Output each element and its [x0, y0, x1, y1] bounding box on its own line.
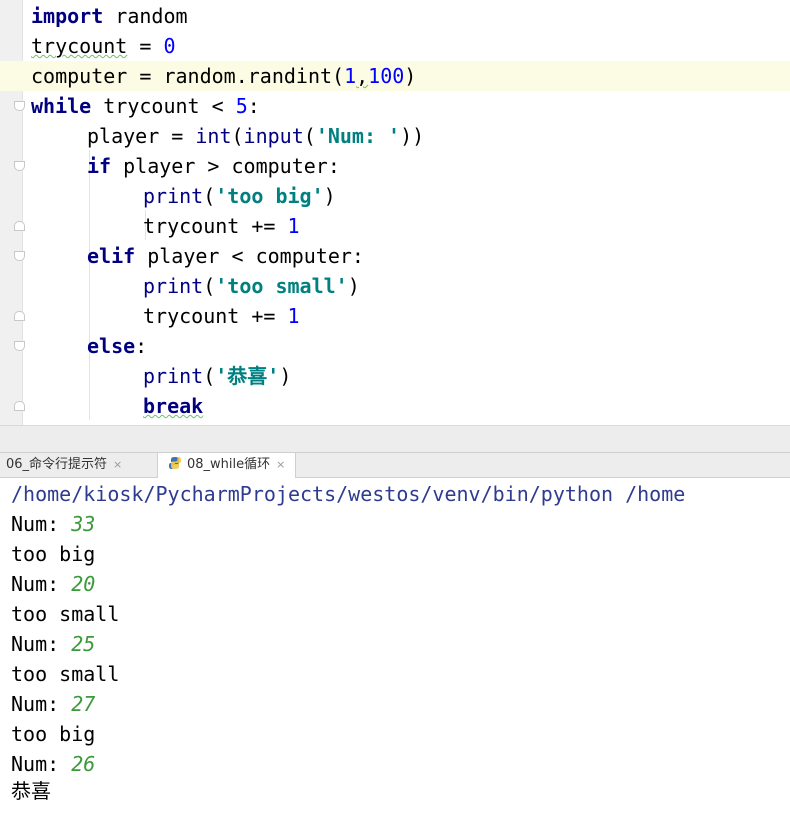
prompt-text: Num:: [11, 512, 72, 536]
tab-08-while-loop[interactable]: 08_while循环 ×: [157, 453, 297, 478]
console-prompt-line: Num: 25: [11, 629, 95, 659]
code-line-9[interactable]: elif player < computer:: [87, 241, 364, 271]
console-output-line: too small: [11, 662, 120, 686]
number-literal: 1: [287, 214, 300, 238]
code-line-12[interactable]: else:: [87, 331, 147, 361]
keyword-if: if: [87, 154, 112, 178]
prompt-text: Num:: [11, 692, 72, 716]
code-line-13[interactable]: print('恭喜'): [143, 361, 291, 391]
user-input-value: 27: [71, 692, 96, 716]
interpreter-command: /home/kiosk/PycharmProjects/westos/venv/…: [11, 482, 686, 506]
string-literal: '恭喜': [215, 364, 280, 388]
console-prompt-line: Num: 33: [11, 509, 95, 539]
code-text: :: [247, 94, 260, 118]
code-line-6[interactable]: if player > computer:: [87, 151, 340, 181]
code-text: player > computer:: [111, 154, 340, 178]
close-icon[interactable]: ×: [276, 458, 285, 471]
code-text: trycount +=: [143, 214, 288, 238]
close-icon[interactable]: ×: [113, 458, 122, 471]
keyword-else: else: [87, 334, 136, 358]
code-line-11[interactable]: trycount += 1: [143, 301, 300, 331]
fold-marker-else[interactable]: [14, 341, 25, 351]
code-text: )): [400, 124, 425, 148]
builtin-print: print: [143, 274, 204, 298]
code-text: (: [303, 124, 316, 148]
console-output-line: too big: [11, 722, 96, 746]
code-line-4[interactable]: while trycount < 5:: [31, 91, 260, 121]
comma-warning: ,: [356, 64, 369, 88]
code-line-2[interactable]: trycount = 0: [31, 31, 176, 61]
fold-marker-elif[interactable]: [14, 251, 25, 261]
console-output-line: too big: [11, 542, 96, 566]
code-text: =: [127, 34, 164, 58]
code-text: (: [203, 184, 216, 208]
run-console[interactable]: /home/kiosk/PycharmProjects/westos/venv/…: [0, 478, 790, 815]
builtin-input: input: [243, 124, 304, 148]
console-prompt-line: Num: 26: [11, 749, 95, 779]
console-final-output: 恭喜: [11, 779, 51, 803]
user-input-value: 26: [71, 752, 96, 776]
variable-trycount: trycount: [31, 34, 128, 58]
keyword-break: break: [143, 394, 204, 418]
code-text: (: [203, 364, 216, 388]
string-literal: 'too big': [215, 184, 324, 208]
code-text: player < computer:: [135, 244, 364, 268]
code-text: ): [347, 274, 360, 298]
fold-marker-while[interactable]: [14, 101, 25, 111]
number-literal: 100: [368, 64, 405, 88]
code-text: ): [404, 64, 417, 88]
keyword-while: while: [31, 94, 92, 118]
builtin-print: print: [143, 184, 204, 208]
number-literal: 5: [235, 94, 248, 118]
code-editor[interactable]: import random trycount = 0 computer = ra…: [0, 0, 790, 425]
prompt-text: Num:: [11, 632, 72, 656]
code-text: random: [103, 4, 188, 28]
tab-06-command-prompt[interactable]: 06_命令行提示符 ×: [0, 453, 132, 478]
user-input-value: 20: [71, 572, 96, 596]
string-literal: 'too small': [215, 274, 348, 298]
code-text: ): [279, 364, 292, 388]
indent-guide: [89, 150, 90, 420]
code-text: trycount <: [91, 94, 236, 118]
code-text: trycount +=: [143, 304, 288, 328]
fold-marker-else-end[interactable]: [14, 401, 25, 411]
code-line-3-current[interactable]: computer = random.randint(1,100): [0, 61, 790, 91]
fold-marker-if[interactable]: [14, 161, 25, 171]
number-literal: 1: [344, 64, 357, 88]
code-text: :: [135, 334, 148, 358]
python-icon: [169, 457, 181, 469]
tab-label: 06_命令行提示符: [6, 457, 108, 472]
tab-label: 08_while循环: [187, 457, 271, 472]
keyword-elif: elif: [87, 244, 136, 268]
code-line-8[interactable]: trycount += 1: [143, 211, 300, 241]
fold-marker-elif-end[interactable]: [14, 311, 25, 321]
console-prompt-line: Num: 27: [11, 689, 95, 719]
code-line-7[interactable]: print('too big'): [143, 181, 336, 211]
prompt-text: Num:: [11, 572, 72, 596]
keyword-import: import: [31, 4, 104, 28]
code-text: computer = random.randint(: [31, 64, 345, 88]
code-line-5[interactable]: player = int(input('Num: ')): [87, 121, 424, 151]
console-output-line: too small: [11, 602, 120, 626]
run-tab-bar: 06_命令行提示符 × 08_while循环 ×: [0, 453, 790, 478]
code-text: player =: [87, 124, 196, 148]
prompt-text: Num:: [11, 752, 72, 776]
user-input-value: 25: [71, 632, 96, 656]
code-line-1[interactable]: import random: [31, 1, 188, 31]
code-line-10[interactable]: print('too small'): [143, 271, 360, 301]
code-text: (: [203, 274, 216, 298]
builtin-print: print: [143, 364, 204, 388]
number-literal: 0: [163, 34, 176, 58]
number-literal: 1: [287, 304, 300, 328]
code-text: ): [323, 184, 336, 208]
panel-splitter[interactable]: [0, 425, 790, 453]
code-text: (: [231, 124, 244, 148]
builtin-int: int: [195, 124, 232, 148]
user-input-value: 33: [71, 512, 96, 536]
console-prompt-line: Num: 20: [11, 569, 95, 599]
fold-marker-if-end[interactable]: [14, 221, 25, 231]
code-line-14[interactable]: break: [143, 391, 203, 421]
string-literal: 'Num: ': [315, 124, 401, 148]
